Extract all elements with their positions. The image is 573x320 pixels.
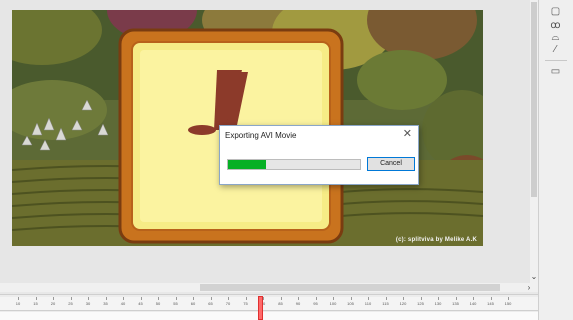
timeline-tick-label: 85 [278,301,283,306]
timeline-tick [193,297,194,300]
timeline-tick-label: 120 [399,301,407,306]
timeline-tick [473,297,474,300]
timeline-tick [18,297,19,300]
timeline-tick [158,297,159,300]
vertical-scroll-thumb[interactable] [531,2,537,197]
tools-divider [545,60,567,61]
scroll-right-icon[interactable]: › [524,283,534,292]
timeline-tick-label: 150 [504,301,512,306]
timeline-frames[interactable] [0,312,538,320]
timeline-tick-label: 55 [173,301,178,306]
timeline-tick-label: 30 [85,301,91,306]
timeline-tick-label: 100 [329,301,337,306]
timeline-tick [140,297,142,300]
timeline-tick [438,297,439,300]
timeline-tick-label: 35 [103,301,108,306]
timeline-tick-label: 60 [190,301,196,306]
timeline-tick [123,297,124,300]
timeline-tick [263,297,264,300]
timeline-tick [228,297,229,300]
timeline-tick-label: 135 [452,301,459,306]
timeline-tick [455,297,457,300]
ink-bottle-icon[interactable]: ꝏ [549,20,562,32]
export-dialog: Exporting AVI Movie ✕ Cancel [219,125,419,185]
scroll-down-icon[interactable]: ⌄ [530,272,538,282]
timeline-tick [368,297,369,300]
export-progress-fill [228,160,267,169]
timeline-tick [280,297,282,300]
timeline-tick-label: 75 [243,301,248,306]
timeline-tick [70,297,72,300]
timeline-tick-label: 125 [417,301,424,306]
timeline-tick [490,297,492,300]
timeline[interactable]: 10 15 20 25 30 35 40 45 50 55 60 65 70 75 80 85 90 95 100 1… [0,294,538,320]
timeline-tick [508,297,509,300]
timeline-tick [35,297,37,300]
timeline-tick-label: 65 [208,301,213,306]
timeline-tick-label: 145 [487,301,494,306]
timeline-tick-label: 10 [15,301,21,306]
timeline-tick [88,297,89,300]
timeline-tick-label: 70 [225,301,231,306]
square-tool-icon[interactable]: ▢ [549,6,562,18]
timeline-tick-label: 105 [347,301,354,306]
timeline-tick [105,297,107,300]
vertical-scrollbar[interactable]: ⌄ [530,0,538,292]
timeline-tick-label: 15 [33,301,38,306]
tools-panel: ▢ ꝏ ⌓ ⁄ ▭ [538,0,573,320]
timeline-ruler[interactable]: 10 15 20 25 30 35 40 45 50 55 60 65 70 75 80 85 90 95 100 1… [0,297,538,311]
timeline-tick-label: 130 [434,301,442,306]
eraser-icon[interactable]: ▭ [549,66,562,78]
timeline-tick [385,297,387,300]
paint-bucket-icon[interactable]: ⌓ [549,32,562,44]
horizontal-scrollbar[interactable]: › [0,283,538,292]
timeline-tick-label: 40 [120,301,126,306]
timeline-tick-label: 95 [313,301,318,306]
timeline-tick [315,297,317,300]
timeline-tick [245,297,247,300]
timeline-tick [210,297,212,300]
cancel-button[interactable]: Cancel [367,157,415,171]
timeline-tick [403,297,404,300]
playhead[interactable] [258,296,263,320]
timeline-tick-label: 110 [364,301,372,306]
export-progress-bar [227,159,361,170]
timeline-tick [350,297,352,300]
timeline-tick [175,297,177,300]
eyedropper-icon[interactable]: ⁄ [549,44,562,56]
credit-text: (c): splitviva by Melike A.K [395,237,477,243]
timeline-tick-label: 50 [155,301,161,306]
timeline-tick-label: 20 [50,301,56,306]
timeline-tick [53,297,54,300]
close-icon[interactable]: ✕ [403,128,412,140]
timeline-tick [333,297,334,300]
timeline-tick-label: 25 [68,301,73,306]
timeline-tick [420,297,422,300]
timeline-tick-label: 115 [382,301,389,306]
timeline-tick-label: 45 [138,301,143,306]
timeline-tick [298,297,299,300]
dialog-title: Exporting AVI Movie [225,131,297,140]
timeline-tick-label: 90 [295,301,301,306]
timeline-tick-label: 140 [469,301,477,306]
horizontal-scroll-thumb[interactable] [200,284,500,291]
